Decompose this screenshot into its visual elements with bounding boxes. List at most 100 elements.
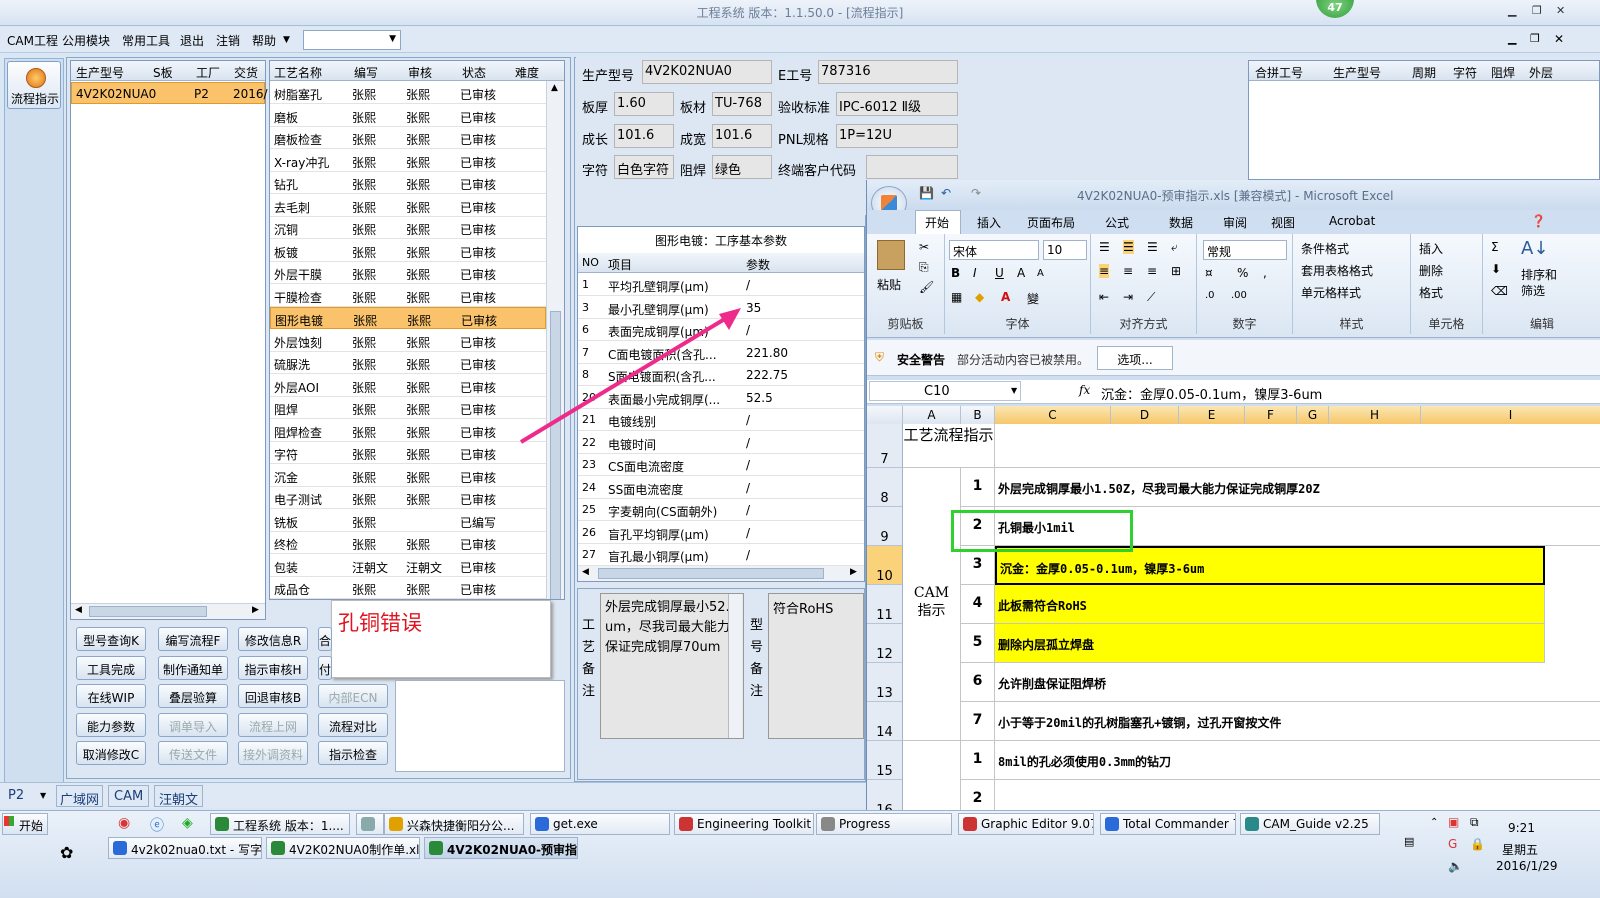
action-button[interactable]: 合 [318,627,332,651]
row-header[interactable]: 13 [867,663,903,702]
increase-decimal-icon[interactable]: .0 [1205,290,1215,301]
underline-icon[interactable]: U [995,266,1004,280]
taskbar-item[interactable]: get.exe [530,813,670,835]
orders-hscroll[interactable]: ◀ ▶ [71,603,265,619]
table-row[interactable]: 干膜检查 张熙 张熙 已审核 [270,285,546,307]
clock-time[interactable]: 9:21 [1508,821,1535,835]
item-text-cell[interactable]: 8mil的孔必须使用0.3mm的钻刀 [995,741,1600,780]
action-button[interactable]: 传送文件 [158,741,228,766]
action-button[interactable]: 取消修改C [76,741,146,766]
decrease-decimal-icon[interactable]: .00 [1231,290,1247,301]
table-row[interactable]: 树脂塞孔 张熙 张熙 已审核 [270,82,546,104]
scroll-right-icon[interactable]: ▶ [252,605,259,615]
row-header[interactable]: 11 [867,585,903,624]
tray-button-icon[interactable]: ▤ [1404,835,1414,848]
column-header[interactable]: I [1421,406,1600,424]
char-field[interactable]: 白色字符 [614,155,674,179]
table-row[interactable]: 阻焊 张熙 张熙 已审核 [270,397,546,419]
action-button[interactable]: 能力参数 [76,712,146,737]
col-merge-char[interactable]: 字符 [1453,64,1477,81]
table-format-button[interactable]: 套用表格格式 [1301,262,1373,279]
table-row[interactable]: 沉铜 张熙 张熙 已审核 [270,217,546,239]
col-merge-model[interactable]: 生产型号 [1333,64,1381,81]
ribbon-tab[interactable]: 审阅 [1223,214,1247,231]
column-header[interactable]: C [995,406,1111,424]
bold-icon[interactable]: B [951,266,960,280]
item-text-cell[interactable]: 外层完成铜厚最小1.50Z，尽我司最大能力保证完成铜厚20Z [995,468,1600,507]
percent-icon[interactable]: % [1237,266,1248,280]
indent-icon[interactable]: ⇥ [1123,290,1133,304]
item-number-cell[interactable]: 1 [961,468,995,507]
column-header[interactable]: A [903,406,961,424]
ribbon-tab[interactable]: 插入 [977,214,1001,231]
mdi-close-icon[interactable]: ✕ [1554,32,1564,46]
menu-common-module[interactable]: 公用模块 [62,32,110,49]
item-text-cell[interactable] [995,780,1600,810]
merge-icon[interactable]: ⊞ [1171,264,1181,278]
action-button[interactable]: 流程对比 [318,712,388,737]
table-row[interactable]: 25 字麦朝向(CS面朝外) / [578,499,864,521]
sort-label[interactable]: 排序和 [1521,266,1557,283]
process-remark-text[interactable]: 外层完成铜厚最小52.5um，尽我司最大能力保证完成铜厚70um [600,593,744,739]
remark-vscroll[interactable] [728,594,742,738]
menu-exit[interactable]: 退出 [180,32,204,49]
table-row[interactable]: 阻焊检查 张熙 张熙 已审核 [270,420,546,442]
col-difficulty[interactable]: 难度 [515,64,539,81]
toolbar-combo[interactable]: ▼ [303,30,401,50]
format-button[interactable]: 格式 [1419,284,1443,301]
status-tab-wan[interactable]: 广域网 [56,785,104,808]
name-box[interactable]: C10 [869,381,1021,401]
function-icon[interactable]: fx [1079,383,1090,397]
action-button[interactable]: 制作通知单 [158,655,228,680]
col-status[interactable]: 状态 [462,64,486,81]
clock-date[interactable]: 2016/1/29 [1496,859,1558,873]
col-author[interactable]: 编写 [354,64,378,81]
action-button[interactable]: 型号查询K [76,627,146,651]
table-row[interactable]: 1 平均孔壁铜厚(μm) / [578,274,864,296]
column-header[interactable]: G [1297,406,1329,424]
grow-font-icon[interactable]: A [1017,266,1025,280]
item-number-cell[interactable]: 4 [961,585,995,624]
taskbar-item[interactable]: Progress [816,813,952,835]
table-row[interactable]: 沉金 张熙 张熙 已审核 [270,465,546,487]
table-row[interactable]: 26 盲孔平均铜厚(μm) / [578,522,864,544]
chevron-down-icon[interactable]: ▼ [40,791,46,800]
scroll-left-icon[interactable]: ◀ [582,567,589,577]
action-button[interactable]: 叠层验算 [158,684,228,709]
len-field[interactable]: 101.6 [614,124,674,148]
wid-field[interactable]: 101.6 [712,124,772,148]
tray-expand-icon[interactable]: ⌃ [1430,817,1438,828]
column-header[interactable]: F [1245,406,1297,424]
item-text-cell[interactable]: 允许削盘保证阻焊桥 [995,663,1600,702]
col-s[interactable]: S板 [153,64,173,81]
col-merge-cycle[interactable]: 周期 [1412,64,1436,81]
thick-field[interactable]: 1.60 [614,92,674,116]
params-hscroll[interactable]: ◀ ▶ [578,565,864,581]
taskbar-item[interactable] [356,813,384,835]
flow-indicator-button[interactable]: 流程指示 [7,61,61,109]
wrap-text-icon[interactable]: ⤶ [1171,240,1178,255]
item-number-cell[interactable]: 5 [961,624,995,663]
clock-day[interactable]: 星期五 [1502,841,1538,858]
table-row[interactable]: 24 SS面电流密度 / [578,477,864,499]
format-painter-icon[interactable]: 🖌 [919,280,934,294]
action-button[interactable]: 指示检查 [318,741,388,766]
ribbon-tab[interactable]: 公式 [1105,214,1129,231]
app-icon[interactable]: ◈ [182,815,193,831]
table-row[interactable]: 板镀 张熙 张熙 已审核 [270,240,546,262]
table-row[interactable]: 23 CS面电流密度 / [578,454,864,476]
table-row[interactable]: 包装 汪朝文 汪朝文 已审核 [270,555,546,577]
header-empty-cell[interactable] [995,424,1600,468]
taskbar-item[interactable]: 4V2K02NUA0-预审指... [424,837,578,859]
menu-cam[interactable]: CAM工程 [7,32,58,49]
column-header[interactable]: H [1329,406,1421,424]
mdi-restore-icon[interactable]: ❐ [1530,32,1540,45]
ribbon-tab[interactable]: Acrobat [1329,214,1375,228]
table-row[interactable]: 终检 张熙 张熙 已审核 [270,532,546,554]
table-row[interactable]: 磨板检查 张熙 张熙 已审核 [270,127,546,149]
table-row[interactable]: 成品仓 张熙 张熙 已审核 [270,577,546,599]
action-button[interactable]: 接外调资料 [238,741,308,766]
close-icon[interactable]: ✕ [1556,4,1565,17]
tray-net-icon[interactable]: ⧉ [1470,815,1479,830]
taskbar-item[interactable]: 4V2K02NUA0制作单.xls ... [266,837,420,859]
